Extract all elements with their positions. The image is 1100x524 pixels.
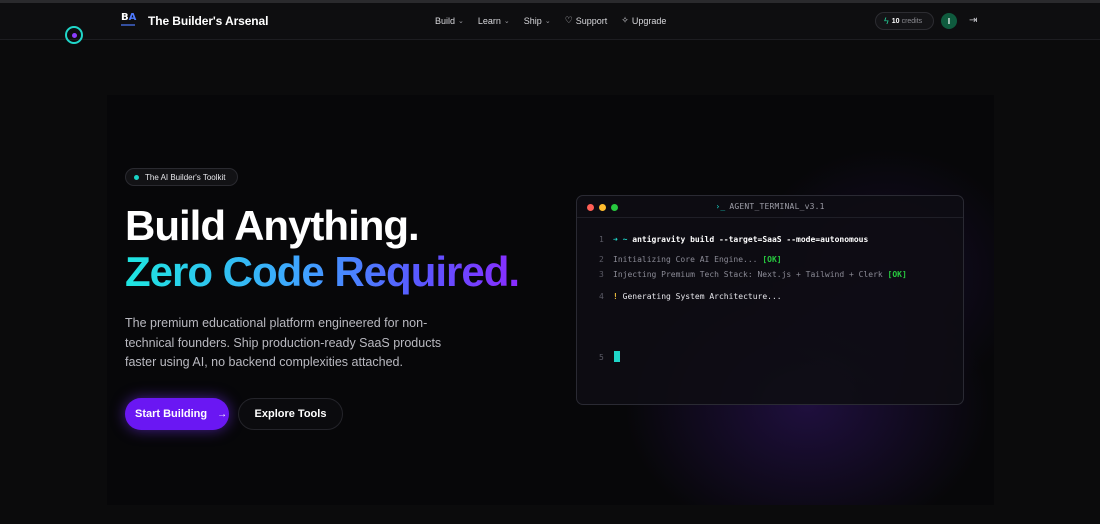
top-navbar: BA The Builder's Arsenal Build ⌄ Learn ⌄…	[0, 3, 1100, 40]
terminal-prompt-icon: ›_	[715, 202, 726, 211]
chevron-down-icon: ⌄	[458, 17, 464, 25]
ok-status: [OK]	[887, 270, 907, 279]
hero-badge-text: The AI Builder's Toolkit	[145, 172, 226, 182]
chevron-down-icon: ⌄	[503, 17, 510, 25]
nav-ship[interactable]: Ship ⌄	[524, 16, 551, 26]
nav-upgrade[interactable]: ✧ Upgrade	[621, 15, 666, 26]
sparkle-icon: ✧	[621, 15, 629, 25]
log-text: Generating System Architecture...	[622, 292, 782, 301]
credits-count: 10	[891, 17, 900, 25]
logo-icon: BA	[121, 12, 136, 30]
credits-label: credits	[901, 17, 923, 25]
explore-tools-button[interactable]: Explore Tools	[238, 398, 343, 430]
prompt-arrow: ➜ ~	[613, 235, 628, 244]
nav-upgrade-label: Upgrade	[631, 15, 667, 26]
brand-link[interactable]: BA The Builder's Arsenal	[121, 12, 268, 30]
nav-support-label: Support	[575, 15, 608, 26]
line-number: 3	[599, 270, 604, 279]
terminal-title: ›_ AGENT_TERMINAL_v3.1	[715, 202, 825, 211]
explore-tools-label: Explore Tools	[254, 408, 327, 420]
log-text: Injecting Premium Tech Stack: Next.js + …	[613, 270, 883, 279]
nav-ship-label: Ship	[523, 15, 542, 26]
hero-section: The AI Builder's Toolkit Build Anything.…	[107, 95, 994, 505]
credits-badge[interactable]: ϟ 10 credits	[875, 12, 934, 30]
agent-terminal: ›_ AGENT_TERMINAL_v3.1 1 ➜ ~ antigravity …	[576, 195, 964, 405]
nav-learn[interactable]: Learn ⌄	[478, 16, 510, 26]
line-number: 1	[599, 235, 604, 244]
log-text: Initializing Core AI Engine...	[613, 255, 758, 264]
arrow-right-icon: →	[217, 408, 228, 420]
command-text: antigravity build --target=SaaS --mode=a…	[632, 235, 869, 244]
headline-line-2: Zero Code Required.	[125, 248, 520, 295]
hero-subtitle: The premium educational platform enginee…	[125, 316, 442, 369]
line-number: 2	[599, 255, 604, 264]
status-dot-icon	[134, 174, 139, 180]
nav-build-label: Build	[435, 15, 456, 26]
ok-status: [OK]	[762, 255, 782, 264]
headline-line-1: Build Anything.	[125, 202, 420, 249]
main-nav: Build ⌄ Learn ⌄ Ship ⌄ ♡ Support ✧ Upgra…	[435, 15, 680, 26]
nav-support[interactable]: ♡ Support	[565, 15, 608, 26]
avatar-initial: I	[947, 16, 951, 26]
terminal-cursor	[614, 351, 620, 362]
line-number: 4	[599, 292, 604, 301]
brand-name: The Builder's Arsenal	[148, 14, 269, 28]
heart-icon: ♡	[564, 15, 573, 25]
hero-headline: Build Anything. Zero Code Required.	[125, 202, 520, 295]
hero-badge: The AI Builder's Toolkit	[125, 168, 238, 186]
terminal-title-bar: ›_ AGENT_TERMINAL_v3.1	[577, 196, 963, 218]
bolt-icon: ϟ	[884, 16, 889, 26]
line-number: 5	[599, 353, 604, 362]
nav-build[interactable]: Build ⌄	[435, 16, 464, 26]
user-avatar[interactable]: I	[941, 13, 957, 29]
start-building-button[interactable]: Start Building →	[125, 398, 229, 430]
custom-cursor-icon	[65, 26, 83, 44]
logout-icon[interactable]: ⇥	[969, 15, 977, 26]
warning-mark: !	[613, 292, 618, 301]
chevron-down-icon: ⌄	[544, 17, 551, 25]
start-building-label: Start Building	[135, 408, 208, 420]
nav-learn-label: Learn	[477, 15, 501, 26]
